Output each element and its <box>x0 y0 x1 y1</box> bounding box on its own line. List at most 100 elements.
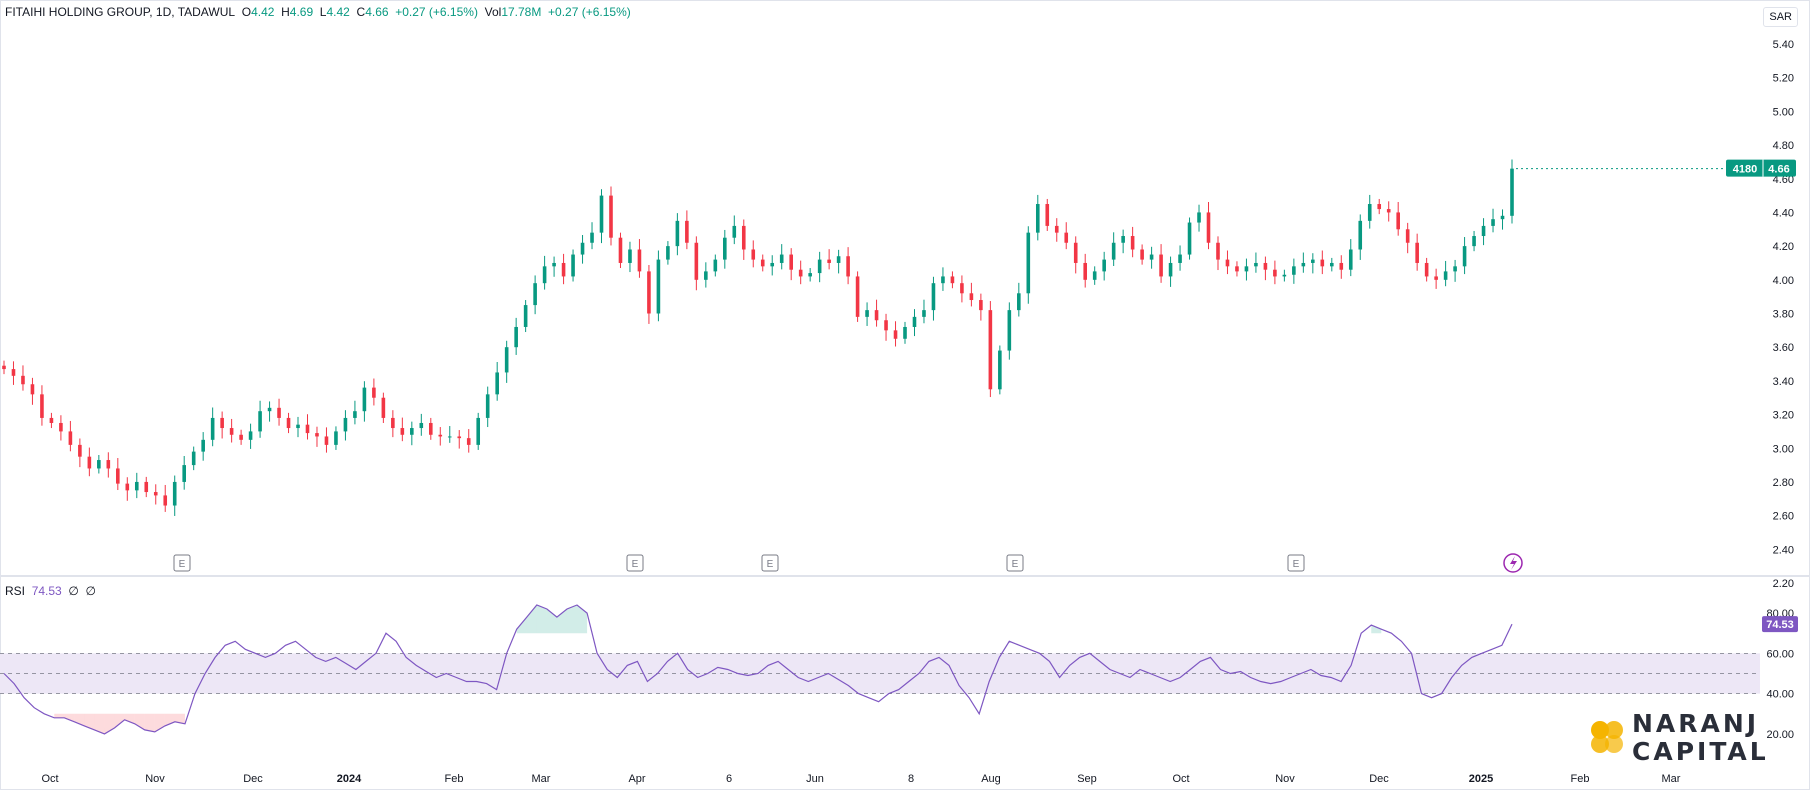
candle-body <box>1140 249 1144 260</box>
candle-body <box>324 436 329 445</box>
candle-body <box>182 465 187 482</box>
candle-body <box>400 428 405 435</box>
candle-body <box>419 422 424 429</box>
candle-body <box>495 372 499 395</box>
candle-body <box>1178 254 1182 263</box>
candle-body <box>874 310 879 321</box>
candle-body <box>912 316 917 327</box>
candle-body <box>1320 259 1325 267</box>
time-axis-tick: Apr <box>628 773 645 785</box>
candle-body <box>125 483 130 491</box>
candle-body <box>723 237 727 260</box>
candle-body <box>542 266 547 284</box>
candle-body <box>457 436 462 439</box>
candle-body <box>1083 262 1088 280</box>
earnings-marker-label: E <box>632 559 639 570</box>
price-axis-tick: 5.40 <box>1773 39 1794 51</box>
currency-button[interactable]: SAR <box>1763 7 1798 27</box>
candle-body <box>191 451 196 466</box>
candle-body <box>1045 204 1050 226</box>
rsi-overbought-fill <box>526 605 537 634</box>
time-axis-tick: Nov <box>1275 773 1295 785</box>
open-value: 4.42 <box>251 5 275 19</box>
rsi-oversold-fill <box>144 713 155 732</box>
candle-body <box>153 492 158 496</box>
candle-body <box>656 259 661 314</box>
candle-body <box>1453 266 1457 272</box>
candle-body <box>514 326 518 348</box>
candle-body <box>21 375 25 385</box>
candle-body <box>1206 212 1211 243</box>
candle-body <box>239 434 243 440</box>
candle-body <box>893 330 898 339</box>
candle-body <box>533 283 537 306</box>
rsi-label: RSI <box>5 584 26 598</box>
candle-body <box>476 417 481 445</box>
candle-body <box>1491 219 1495 226</box>
symbol-title: FITAIHI HOLDING GROUP, 1D, TADAWUL <box>5 5 236 19</box>
candle-body <box>353 411 357 418</box>
candle-body <box>1216 242 1220 260</box>
candle-body <box>372 387 376 398</box>
time-axis-tick: Dec <box>1369 773 1389 785</box>
time-axis-tick: 2024 <box>337 773 362 785</box>
rsi-header[interactable]: RSI 74.53 ∅ ∅ <box>5 584 96 598</box>
candle-body <box>248 431 253 440</box>
earnings-marker-label: E <box>179 559 186 570</box>
candle-body <box>1292 266 1296 275</box>
logo-text: NARANJ CAPITAL <box>1632 710 1769 766</box>
candle-body <box>1443 271 1448 280</box>
high-value: 4.69 <box>289 5 314 19</box>
candle-body <box>590 232 594 243</box>
price-axis-tick: 2.20 <box>1773 578 1794 590</box>
candle-body <box>637 249 642 272</box>
candle-body <box>286 417 291 429</box>
candle-body <box>1415 242 1419 263</box>
candle-body <box>343 417 348 432</box>
candle-body <box>571 254 575 277</box>
candle-body <box>30 384 35 395</box>
candle-body <box>675 220 680 247</box>
price-axis-tick: 3.40 <box>1773 376 1794 388</box>
earnings-marker-label: E <box>767 559 774 570</box>
candle-body <box>609 195 613 238</box>
candle-body <box>229 428 234 435</box>
candle-body <box>1348 249 1353 270</box>
candle-body <box>1367 204 1372 221</box>
earnings-marker-label: E <box>1293 559 1300 570</box>
candle-body <box>1054 225 1059 233</box>
candle-body <box>87 456 92 469</box>
last-price-value: 4.66 <box>1768 164 1789 176</box>
candle-body <box>1282 274 1287 277</box>
candle-body <box>552 262 556 267</box>
rsi-oversold-fill <box>54 713 65 718</box>
price-axis-tick: 3.20 <box>1773 410 1794 422</box>
candle-body <box>1358 220 1363 250</box>
candle-body <box>779 254 784 263</box>
candle-body <box>1235 266 1239 272</box>
candle-body <box>960 283 964 294</box>
rsi-param-1: ∅ <box>68 584 79 598</box>
candle-body <box>78 444 82 457</box>
candle-body <box>1149 254 1154 260</box>
candle-body <box>1168 262 1173 277</box>
candle-body <box>1311 259 1315 263</box>
rsi-overbought-fill <box>566 605 578 634</box>
candle-body <box>1462 246 1467 267</box>
rsi-badge-value: 74.53 <box>1766 619 1794 631</box>
candle-body <box>988 310 993 390</box>
candle-body <box>846 256 850 277</box>
rsi-axis-tick: 40.00 <box>1766 689 1794 701</box>
rsi-value: 74.53 <box>31 584 62 598</box>
rsi-overbought-fill <box>536 605 547 634</box>
candle-body <box>732 225 737 238</box>
candle-body <box>1377 204 1382 210</box>
candle-body <box>40 394 44 418</box>
candle-body <box>134 481 139 491</box>
candle-body <box>210 417 215 440</box>
candle-body <box>1244 266 1249 272</box>
candle-body <box>466 438 471 445</box>
candle-body <box>865 310 869 317</box>
chart-stage: 5.40 5.20 5.00 4.80 4.60 4.40 4.20 4.00 3.80 3.60… <box>0 0 1810 790</box>
time-axis-tick: Aug <box>981 773 1001 785</box>
